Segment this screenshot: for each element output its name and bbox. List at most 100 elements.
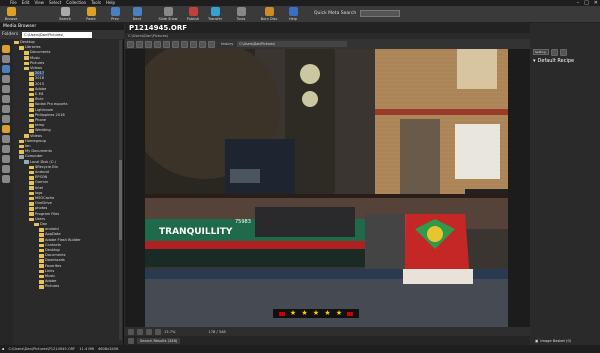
folder-icon (24, 56, 29, 60)
star-icon[interactable]: ★ (313, 310, 319, 317)
recipe-toolbar: Setting (531, 48, 600, 56)
search-button[interactable]: Search (58, 7, 72, 21)
folder-icon (14, 40, 19, 45)
building-upper-window (457, 49, 497, 89)
search-results-tab[interactable]: Search Results (346) (137, 337, 181, 344)
view-mode-icon[interactable] (127, 40, 134, 48)
right-panel: Setting ▾ Default Recipe ▣ Image Basket … (531, 23, 600, 345)
folder-icon (29, 124, 34, 128)
panel-tool-icon[interactable] (2, 175, 10, 183)
narrowboat-hull (145, 249, 365, 267)
panel-tool-icon[interactable] (2, 65, 10, 73)
basket-icon: ▣ (535, 338, 539, 343)
image-viewer: P1214945.ORF C:\Users\Dan\Pictures\ hist… (125, 23, 530, 345)
panel-tool-icon[interactable] (2, 55, 10, 63)
panel-tool-icon[interactable] (2, 145, 10, 153)
first-icon[interactable] (137, 328, 143, 335)
star-icon[interactable]: ★ (301, 310, 307, 317)
filter-icon[interactable] (128, 337, 134, 344)
star-icon[interactable]: ★ (324, 310, 330, 317)
folder-icon (29, 196, 34, 201)
quick-search-input[interactable] (360, 10, 400, 17)
folder-icon (19, 139, 24, 144)
publish-button[interactable]: Publish (186, 7, 200, 21)
search-icon (60, 7, 70, 16)
folder-icon (19, 144, 24, 149)
fit-icon[interactable] (154, 40, 161, 48)
folder-icon (39, 264, 44, 268)
compare-icon[interactable] (181, 40, 188, 48)
folder-icon (29, 98, 34, 102)
slideshow-button[interactable]: Slide Show (158, 7, 178, 21)
viewer-status-row: Search Results (346) (125, 336, 530, 345)
zoom-out-icon[interactable] (172, 40, 179, 48)
rating-bar[interactable]: ★ ★ ★ ★ ★ (273, 309, 359, 318)
prev-button[interactable]: Prev (108, 7, 122, 21)
tree-item[interactable]: Pictures (39, 284, 59, 289)
clock-face (300, 64, 320, 84)
folder-icon (29, 108, 34, 112)
zoom-level[interactable]: 13.7% (164, 330, 175, 334)
tree-scrollbar[interactable] (119, 40, 122, 340)
panel-tool-icon[interactable] (2, 135, 10, 143)
photo-canvas[interactable]: TRANQUILLITY 75983 (145, 49, 508, 327)
history-path-dropdown[interactable]: C:\Users\Dan\Pictures\ (237, 41, 348, 47)
folder-icon (29, 92, 34, 97)
parked-car (230, 169, 260, 183)
panel-tool-icon[interactable] (2, 105, 10, 113)
slideshow-icon (163, 7, 173, 16)
tab-folders[interactable]: Folders (2, 32, 18, 37)
play-icon[interactable] (128, 328, 134, 335)
panel-tool-icon[interactable] (2, 95, 10, 103)
image-basket[interactable]: ▣ Image Basket (0) (531, 336, 600, 345)
reject-mark[interactable] (278, 311, 285, 316)
folder-icon (29, 77, 34, 81)
folder-icon (39, 280, 44, 284)
expand-icon[interactable]: ▾ (533, 58, 536, 64)
panel-tool-icon[interactable] (2, 115, 10, 123)
panel-tool-icon[interactable] (2, 165, 10, 173)
color-label-icon[interactable] (347, 311, 354, 316)
folder-icon (39, 228, 44, 232)
paste-icon (86, 7, 96, 16)
folder-icon (29, 207, 34, 211)
histogram-icon[interactable] (208, 40, 215, 48)
edit-icon[interactable] (199, 40, 206, 48)
tree-scroll-thumb[interactable] (119, 160, 122, 240)
star-icon[interactable]: ★ (336, 310, 342, 317)
folder-path-input[interactable]: C:\Users\Dan\Pictures\ (22, 31, 93, 38)
next-button[interactable]: Next (130, 7, 144, 21)
tools-button[interactable]: Tools (234, 7, 248, 21)
prev-icon[interactable] (146, 328, 152, 335)
image-counter: 178 / 348 (208, 329, 226, 334)
recipe-save-icon[interactable] (560, 48, 567, 56)
help-button[interactable]: Help (286, 7, 300, 21)
panel-tool-icon[interactable] (2, 85, 10, 93)
transfer-button[interactable]: Transfer (208, 7, 222, 21)
browse-button[interactable]: Browse (4, 7, 18, 21)
transfer-icon (210, 7, 220, 16)
star-icon[interactable]: ★ (290, 310, 296, 317)
burn-disc-button[interactable]: Burn Disc (260, 7, 278, 21)
recipe-add-icon[interactable] (551, 48, 558, 56)
folder-icon (39, 243, 44, 248)
recipe-label: Default Recipe (537, 58, 575, 64)
photo-image: TRANQUILLITY 75983 (145, 49, 508, 327)
folder-tree[interactable]: Desktop Libraries Documents Music Pictures Vi… (14, 40, 122, 344)
building-band (375, 109, 508, 115)
panel-tool-icon[interactable] (2, 125, 10, 133)
water-reflection (145, 279, 508, 327)
zoom-in-icon[interactable] (163, 40, 170, 48)
panel-tool-icon[interactable] (2, 75, 10, 83)
folder-icon (29, 212, 34, 216)
recipe-header[interactable]: ▾ Default Recipe (533, 57, 598, 65)
info-icon[interactable] (190, 40, 197, 48)
setting-dropdown[interactable]: Setting (533, 49, 549, 55)
rotate-right-icon[interactable] (145, 40, 152, 48)
rotate-left-icon[interactable] (136, 40, 143, 48)
panel-tool-icon[interactable] (2, 45, 10, 53)
history-label: history (221, 42, 234, 46)
paste-button[interactable]: Paste (84, 7, 98, 21)
panel-tool-icon[interactable] (2, 155, 10, 163)
next-icon[interactable] (155, 328, 161, 335)
